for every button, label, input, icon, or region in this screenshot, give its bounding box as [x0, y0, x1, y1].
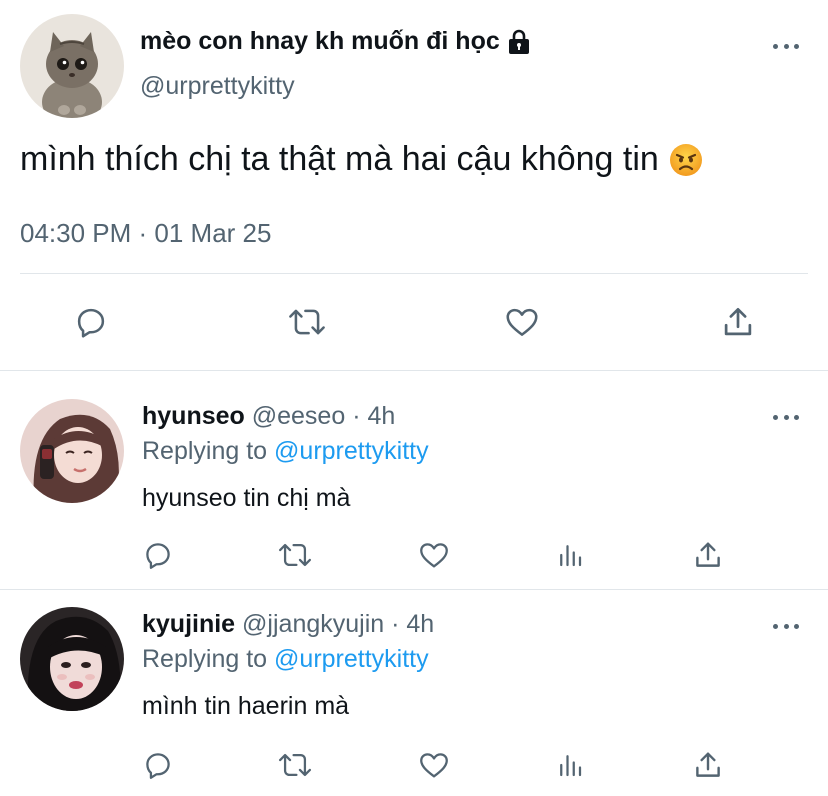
reply-icon[interactable]	[138, 747, 178, 783]
main-display-name[interactable]: mèo con hnay kh muốn đi học	[140, 27, 500, 56]
replying-to-label: Replying to	[142, 645, 268, 673]
replying-to-label: Replying to	[142, 437, 268, 465]
replying-to-mention[interactable]: @urprettykitty	[274, 437, 429, 465]
replying-to-line: Replying to @urprettykitty	[142, 437, 429, 466]
lock-icon	[506, 29, 532, 55]
more-options-icon[interactable]	[770, 618, 802, 634]
reply-tweet[interactable]: hyunseo @eeseo · 4h Replying to @urprett…	[0, 371, 828, 589]
share-icon[interactable]	[688, 747, 728, 783]
reply-handle-time[interactable]: @jjangkyujin · 4h	[242, 610, 434, 638]
share-icon[interactable]	[688, 537, 728, 573]
divider	[20, 273, 808, 274]
replying-to-mention[interactable]: @urprettykitty	[274, 645, 429, 673]
main-tweet-text: mình thích chị ta thật mà hai cậu không …	[20, 140, 659, 178]
reply-header: hyunseo @eeseo · 4h	[142, 402, 395, 431]
reply-avatar[interactable]	[20, 607, 124, 711]
angry-face-emoji	[669, 143, 703, 177]
main-display-name-row[interactable]: mèo con hnay kh muốn đi học	[140, 27, 532, 56]
reply-handle-time[interactable]: @eeseo · 4h	[252, 402, 396, 430]
reply-tweet[interactable]: kyujinie @jjangkyujin · 4h Replying to @…	[0, 590, 828, 796]
retweet-icon[interactable]	[274, 747, 316, 783]
reply-text: mình tin haerin mà	[142, 692, 350, 720]
retweet-icon[interactable]	[284, 302, 330, 342]
main-handle[interactable]: @urprettykitty	[140, 72, 295, 101]
analytics-icon[interactable]	[552, 537, 588, 573]
reply-header: kyujinie @jjangkyujin · 4h	[142, 610, 434, 639]
reply-display-name[interactable]: kyujinie	[142, 610, 235, 638]
like-icon[interactable]	[414, 537, 454, 573]
like-icon[interactable]	[414, 747, 454, 783]
more-options-icon[interactable]	[770, 409, 802, 425]
share-icon[interactable]	[716, 302, 760, 342]
main-timestamp[interactable]: 04:30 PM · 01 Mar 25	[20, 218, 271, 249]
main-tweet-text-row: mình thích chị ta thật mà hai cậu không …	[20, 140, 703, 179]
analytics-icon[interactable]	[552, 747, 588, 783]
main-avatar[interactable]	[20, 14, 124, 118]
like-icon[interactable]	[500, 302, 544, 342]
reply-text: hyunseo tin chị mà	[142, 484, 351, 512]
reply-icon[interactable]	[70, 302, 112, 342]
main-tweet: mèo con hnay kh muốn đi học @urprettykit…	[0, 0, 828, 370]
replying-to-line: Replying to @urprettykitty	[142, 645, 429, 674]
reply-display-name[interactable]: hyunseo	[142, 402, 245, 430]
retweet-icon[interactable]	[274, 537, 316, 573]
more-options-icon[interactable]	[770, 38, 802, 54]
reply-icon[interactable]	[138, 537, 178, 573]
reply-avatar[interactable]	[20, 399, 124, 503]
